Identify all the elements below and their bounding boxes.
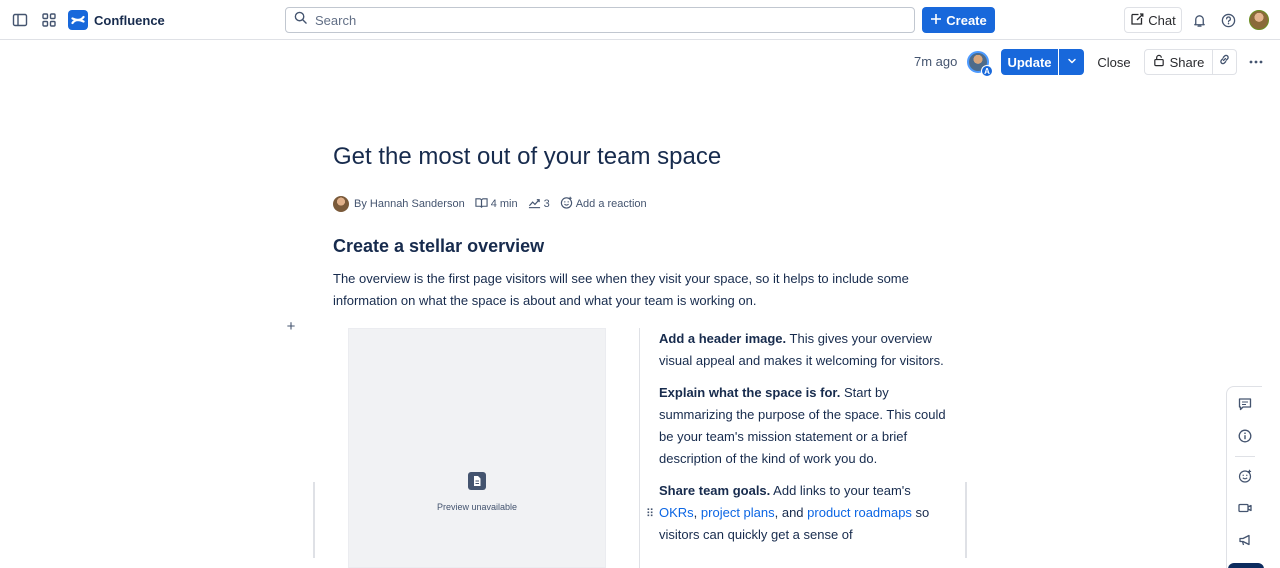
copy-link-button[interactable] <box>1213 49 1237 75</box>
add-reaction-button[interactable]: Add a reaction <box>560 196 647 212</box>
bell-icon[interactable] <box>1187 8 1211 32</box>
section-heading[interactable]: Create a stellar overview <box>333 236 544 257</box>
right-side-rail <box>1226 386 1262 568</box>
emoji-add-icon <box>560 196 573 212</box>
read-time: 4 min <box>475 197 518 212</box>
profile-avatar[interactable] <box>1249 10 1269 30</box>
rail-divider <box>1235 456 1255 457</box>
search-bar[interactable] <box>285 7 915 33</box>
header-image-preview[interactable]: Preview unavailable <box>348 328 606 568</box>
read-time-text: 4 min <box>490 198 518 210</box>
book-icon <box>475 197 488 212</box>
author-name[interactable]: By Hannah Sanderson <box>354 198 465 210</box>
chat-label: Chat <box>1148 12 1176 28</box>
insert-plus-icon[interactable]: + <box>284 319 298 334</box>
create-button[interactable]: Create <box>922 7 995 33</box>
last-saved-time: 7m ago <box>914 54 958 69</box>
byline: By Hannah Sanderson 4 min 3 Add a reacti… <box>333 195 657 213</box>
drag-handle-icon[interactable]: ⠿ <box>646 507 654 520</box>
confluence-logo-icon <box>68 10 88 30</box>
layout-resize-handle-right[interactable] <box>965 482 967 558</box>
preview-text: Preview unavailable <box>436 502 518 512</box>
help-icon[interactable] <box>1216 8 1240 32</box>
product-roadmaps-link[interactable]: product roadmaps <box>807 505 912 520</box>
tip-title: Share team goals. <box>659 483 771 498</box>
search-input[interactable] <box>315 12 875 28</box>
update-options-button[interactable] <box>1059 49 1084 75</box>
chat-icon <box>1130 12 1144 29</box>
close-button[interactable]: Close <box>1094 49 1134 75</box>
create-label: Create <box>946 12 987 28</box>
chevron-down-icon <box>1067 53 1077 71</box>
top-navigation: Confluence Create Chat <box>0 0 1280 40</box>
info-icon[interactable] <box>1233 424 1257 448</box>
tip-title: Add a header image. <box>659 331 787 346</box>
app-name: Confluence <box>94 12 165 28</box>
chat-button[interactable]: Chat <box>1124 7 1182 33</box>
app-switcher-icon[interactable] <box>37 8 61 32</box>
plus-icon <box>930 13 942 28</box>
share-button[interactable]: Share <box>1144 49 1213 75</box>
update-button[interactable]: Update <box>1001 49 1058 75</box>
author-avatar <box>333 196 349 212</box>
megaphone-icon[interactable] <box>1233 528 1257 552</box>
tip-team-goals: Share team goals. Add links to your team… <box>659 480 949 546</box>
tip-explain-space: Explain what the space is for. Start by … <box>659 382 949 470</box>
more-actions-icon[interactable] <box>1244 49 1268 75</box>
lock-icon <box>1153 54 1165 70</box>
tip-header-image: Add a header image. This gives your over… <box>659 328 949 372</box>
tip-body: Add links to your team's <box>770 483 911 498</box>
sidebar-toggle-icon[interactable] <box>8 8 32 32</box>
okrs-link[interactable]: OKRs <box>659 505 694 520</box>
layout-resize-handle-left[interactable] <box>313 482 315 558</box>
comment-icon[interactable] <box>1233 392 1257 416</box>
tips-column[interactable]: Add a header image. This gives your over… <box>659 328 949 556</box>
view-count[interactable]: 3 <box>528 197 550 212</box>
link-icon <box>1218 53 1231 71</box>
intro-paragraph[interactable]: The overview is the first page visitors … <box>333 268 933 312</box>
share-label: Share <box>1169 54 1205 70</box>
file-icon <box>467 471 487 496</box>
separator: , <box>693 505 701 520</box>
video-icon[interactable] <box>1233 496 1257 520</box>
emoji-icon[interactable] <box>1233 464 1257 488</box>
confluence-logo[interactable]: Confluence <box>68 10 165 30</box>
search-icon <box>294 11 307 29</box>
column-divider <box>639 328 640 568</box>
project-plans-link[interactable]: project plans <box>701 505 775 520</box>
editor-badge: A <box>981 65 993 77</box>
add-reaction-text: Add a reaction <box>575 198 647 210</box>
separator: , and <box>774 505 808 520</box>
tip-title: Explain what the space is for. <box>659 385 841 400</box>
trend-icon <box>528 197 541 212</box>
view-count-text: 3 <box>543 198 550 210</box>
page-title[interactable]: Get the most out of your team space <box>333 143 721 171</box>
help-bubble[interactable] <box>1228 563 1264 568</box>
